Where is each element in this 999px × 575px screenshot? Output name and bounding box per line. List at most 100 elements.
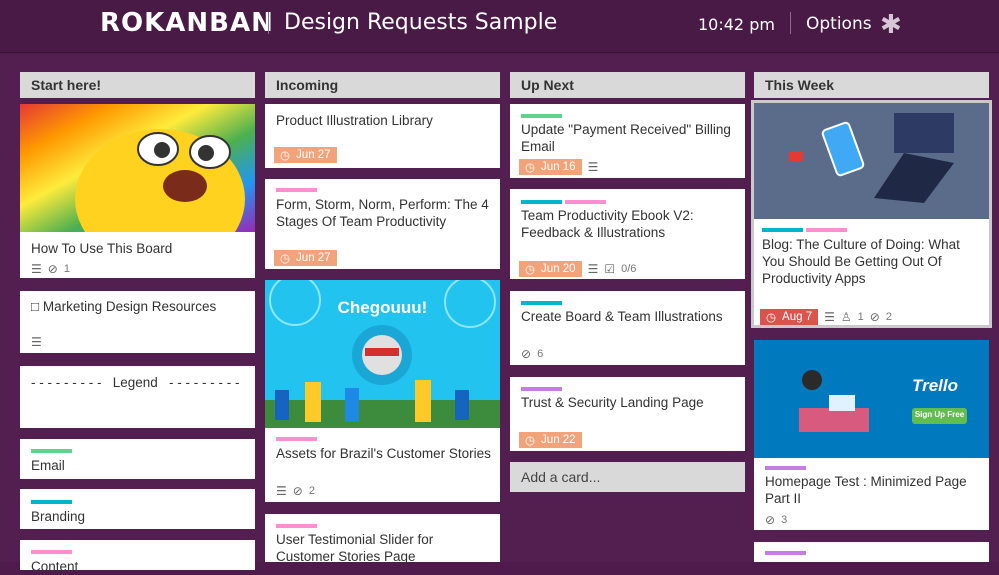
card-how-to-use[interactable]: How To Use This Board ☰ ⊘ 1: [20, 104, 255, 278]
due-date-badge: ◷ Jun 27: [274, 250, 337, 266]
attachment-icon: ⊘: [869, 310, 880, 324]
clock: 10:42 pm: [698, 15, 775, 34]
divider: [268, 12, 269, 34]
asterisk-icon[interactable]: ✱: [880, 10, 902, 40]
card-badges: ◷ Jun 20 ☰ ☑ 0/6: [519, 261, 636, 277]
description-icon: ☰: [31, 335, 42, 349]
card-productivity-ebook[interactable]: Team Productivity Ebook V2: Feedback & I…: [510, 189, 745, 279]
cover-caption: Chegouuu!: [337, 298, 428, 317]
app-logo: ROKANBAN: [100, 8, 274, 38]
due-date-badge: ◷ Jun 27: [274, 147, 337, 163]
clock-icon: ◷: [525, 435, 536, 447]
attachment-count: 6: [537, 348, 544, 360]
card-create-board[interactable]: Create Board & Team Illustrations ⊘ 6: [510, 291, 745, 365]
card-brazil-assets[interactable]: Chegouuu! Assets for Brazil's Customer S…: [265, 280, 500, 502]
label-pink: [276, 524, 317, 528]
card-title: Team Productivity Ebook V2: Feedback & I…: [521, 208, 694, 240]
card-branding[interactable]: Branding: [20, 489, 255, 529]
label-green: [31, 449, 72, 453]
label-cyan: [521, 200, 562, 204]
divider: [790, 12, 791, 34]
clock-icon: ◷: [766, 312, 777, 324]
card-title: Email: [31, 458, 65, 473]
card-badges: ◷ Jun 22: [519, 432, 582, 448]
card-legend[interactable]: - - - - - - - - - Legend - - - - - - - -…: [20, 366, 255, 428]
due-date-badge: ◷ Jun 22: [519, 432, 582, 448]
add-card-button[interactable]: Add a card...: [510, 462, 745, 492]
due-date: Jun 20: [541, 263, 576, 275]
card-badges: ◷ Aug 7 ☰ ♙ 1 ⊘ 2: [760, 309, 892, 325]
card-payment-received[interactable]: Update "Payment Received" Billing Email …: [510, 104, 745, 178]
label-purple: [765, 466, 806, 470]
description-icon: ☰: [824, 310, 835, 324]
clock-icon: ◷: [280, 253, 291, 265]
attachment-icon: ⊘: [765, 513, 776, 527]
attachment-count: 3: [781, 514, 788, 526]
member-count: 1: [857, 311, 864, 323]
card-title: Form, Storm, Norm, Perform: The 4 Stages…: [276, 197, 489, 229]
card-user-testimonial[interactable]: User Testimonial Slider for Customer Sto…: [265, 514, 500, 564]
member-icon: ♙: [840, 310, 852, 324]
card-form-storm[interactable]: Form, Storm, Norm, Perform: The 4 Stages…: [265, 179, 500, 269]
checklist-count: 0/6: [621, 263, 637, 275]
trello-logo: Trello: [912, 376, 958, 395]
card-badges: ◷ Jun 27: [274, 147, 337, 163]
card-content[interactable]: Content: [20, 540, 255, 574]
card-title: User Testimonial Slider for Customer Sto…: [276, 532, 434, 564]
label-purple: [521, 387, 562, 391]
card-cover-image: [754, 103, 989, 219]
due-date: Jun 27: [296, 149, 331, 161]
card-partial[interactable]: [754, 542, 989, 562]
card-cover-image: [754, 340, 989, 458]
card-badges: ⊘ 3: [765, 513, 787, 527]
label-pink: [565, 200, 606, 204]
due-date: Aug 7: [782, 311, 813, 323]
card-marketing-resources[interactable]: □ Marketing Design Resources ☰: [20, 291, 255, 353]
card-homepage-test[interactable]: Trello Sign Up Free Homepage Test : Mini…: [754, 340, 989, 530]
description-icon: ☰: [587, 160, 599, 174]
card-title: Product Illustration Library: [276, 113, 433, 128]
list-start-here: Start here! How To Use This Board ☰ ⊘ 1: [20, 72, 255, 574]
clock-icon: ◷: [525, 162, 536, 174]
card-title: Update "Payment Received" Billing Email: [521, 122, 731, 154]
due-date: Jun 22: [541, 434, 576, 446]
card-blog-culture[interactable]: Blog: The Culture of Doing: What You Sho…: [751, 100, 992, 328]
list-header[interactable]: Incoming: [265, 72, 500, 98]
description-icon: ☰: [31, 262, 42, 276]
card-badges: ◷ Jun 16 ☰: [519, 159, 598, 175]
board-title: Design Requests Sample: [284, 10, 558, 35]
card-badges: ◷ Jun 27: [274, 250, 337, 266]
card-trust-security[interactable]: Trust & Security Landing Page ◷ Jun 22: [510, 377, 745, 451]
description-icon: ☰: [276, 484, 287, 498]
attachment-count: 2: [885, 311, 892, 323]
attachment-icon: ⊘: [521, 347, 532, 361]
due-date-badge: ◷ Jun 20: [519, 261, 582, 277]
attachment-icon: ⊘: [47, 262, 58, 276]
attachment-icon: ⊘: [292, 484, 303, 498]
description-icon: ☰: [587, 262, 599, 276]
label-pink: [276, 188, 317, 192]
card-product-illustration[interactable]: Product Illustration Library ◷ Jun 27: [265, 104, 500, 168]
due-date: Jun 16: [541, 161, 576, 173]
card-title: Branding: [31, 509, 86, 524]
top-bar: ROKANBAN Design Requests Sample 10:42 pm…: [0, 0, 999, 53]
label-cyan: [762, 228, 803, 232]
due-date-badge: ◷ Aug 7: [760, 309, 819, 325]
label-pink: [276, 437, 317, 441]
list-header[interactable]: This Week: [754, 72, 989, 98]
card-email[interactable]: Email: [20, 439, 255, 479]
label-green: [521, 114, 562, 118]
list-header[interactable]: Start here!: [20, 72, 255, 98]
list-up-next: Up Next Update "Payment Received" Billin…: [510, 72, 745, 492]
label-cyan: [31, 500, 72, 504]
list-header[interactable]: Up Next: [510, 72, 745, 98]
sign-up-free-button: Sign Up Free: [914, 410, 965, 419]
card-title: Blog: The Culture of Doing: What You Sho…: [762, 237, 960, 286]
label-purple: [765, 551, 806, 555]
label-cyan: [521, 301, 562, 305]
card-badges: ☰ ⊘ 1: [31, 262, 70, 276]
attachment-count: 1: [63, 263, 70, 275]
options-button[interactable]: Options: [806, 14, 872, 34]
clock-icon: ◷: [525, 264, 536, 276]
card-badges: ☰ ⊘ 2: [276, 484, 315, 498]
